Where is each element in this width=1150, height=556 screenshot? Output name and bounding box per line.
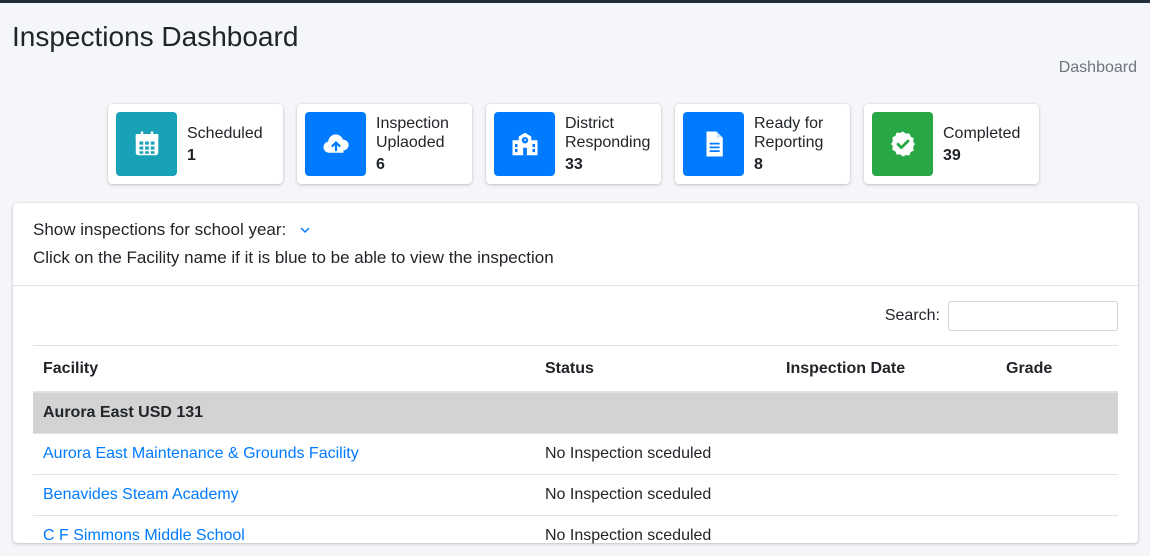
grade-cell bbox=[996, 434, 1118, 475]
calendar-icon bbox=[116, 112, 177, 176]
school-icon bbox=[494, 112, 555, 176]
inspections-card: Show inspections for school year: Click … bbox=[13, 203, 1138, 543]
info-box-label: Scheduled bbox=[187, 124, 263, 143]
info-box-completed[interactable]: Completed 39 bbox=[864, 104, 1039, 184]
info-box-value: 33 bbox=[565, 155, 653, 174]
column-header-grade[interactable]: Grade bbox=[996, 346, 1118, 393]
column-header-facility[interactable]: Facility bbox=[33, 346, 535, 393]
school-year-row: Show inspections for school year: bbox=[33, 216, 1118, 244]
page-title: Inspections Dashboard bbox=[12, 21, 298, 53]
status-cell: No Inspection sceduled bbox=[535, 475, 776, 516]
inspection-date-cell bbox=[776, 434, 996, 475]
search-row: Search: bbox=[885, 301, 1118, 331]
table-header-row: Facility Status Inspection Date Grade bbox=[33, 346, 1118, 393]
info-box-row: Scheduled 1 Inspection Uplaoded 6 Distri… bbox=[108, 104, 1039, 184]
status-cell: No Inspection sceduled bbox=[535, 516, 776, 556]
table-row: Benavides Steam Academy No Inspection sc… bbox=[33, 475, 1118, 516]
inspection-date-cell bbox=[776, 475, 996, 516]
grade-cell bbox=[996, 516, 1118, 556]
column-header-status[interactable]: Status bbox=[535, 346, 776, 393]
column-header-inspection-date[interactable]: Inspection Date bbox=[776, 346, 996, 393]
table-row: Aurora East Maintenance & Grounds Facili… bbox=[33, 434, 1118, 475]
group-name: Aurora East USD 131 bbox=[33, 392, 1118, 434]
search-label: Search: bbox=[885, 307, 940, 325]
info-box-label: Inspection Uplaoded bbox=[376, 114, 464, 152]
school-year-dropdown[interactable] bbox=[299, 217, 311, 244]
card-header: Show inspections for school year: Click … bbox=[13, 203, 1138, 286]
info-box-label: District Responding bbox=[565, 114, 653, 152]
table-row: C F Simmons Middle School No Inspection … bbox=[33, 516, 1118, 556]
info-box-scheduled[interactable]: Scheduled 1 bbox=[108, 104, 283, 184]
grade-cell bbox=[996, 475, 1118, 516]
chevron-down-icon bbox=[299, 224, 311, 236]
facility-link[interactable]: Benavides Steam Academy bbox=[43, 486, 239, 503]
cloud-upload-icon bbox=[305, 112, 366, 176]
breadcrumb[interactable]: Dashboard bbox=[1059, 59, 1137, 77]
status-cell: No Inspection sceduled bbox=[535, 434, 776, 475]
school-year-label: Show inspections for school year: bbox=[33, 220, 286, 239]
inspections-table: Facility Status Inspection Date Grade Au… bbox=[33, 345, 1118, 556]
facility-link[interactable]: C F Simmons Middle School bbox=[43, 527, 245, 544]
info-box-label: Completed bbox=[943, 124, 1020, 143]
document-icon bbox=[683, 112, 744, 176]
info-box-ready-for-reporting[interactable]: Ready for Reporting 8 bbox=[675, 104, 850, 184]
search-input[interactable] bbox=[948, 301, 1118, 331]
info-box-value: 1 bbox=[187, 146, 263, 165]
group-row: Aurora East USD 131 bbox=[33, 392, 1118, 434]
info-box-district-responding[interactable]: District Responding 33 bbox=[486, 104, 661, 184]
inspection-date-cell bbox=[776, 516, 996, 556]
info-box-value: 6 bbox=[376, 155, 464, 174]
instruction-text: Click on the Facility name if it is blue… bbox=[33, 244, 1118, 271]
info-box-value: 39 bbox=[943, 146, 1020, 165]
info-box-label: Ready for Reporting bbox=[754, 114, 842, 152]
badge-check-icon bbox=[872, 112, 933, 176]
info-box-value: 8 bbox=[754, 155, 842, 174]
info-box-uploaded[interactable]: Inspection Uplaoded 6 bbox=[297, 104, 472, 184]
facility-link[interactable]: Aurora East Maintenance & Grounds Facili… bbox=[43, 445, 359, 462]
